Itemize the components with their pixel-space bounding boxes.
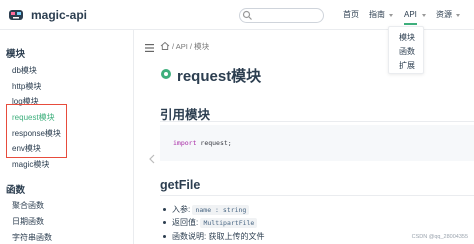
menu-icon[interactable] bbox=[145, 44, 154, 52]
section-divider bbox=[160, 121, 474, 122]
chevron-down-icon bbox=[389, 14, 393, 17]
code-line: import request; bbox=[173, 139, 232, 147]
api-dropdown-menu: 模块 函数 扩展 bbox=[388, 26, 424, 74]
bullet-icon bbox=[163, 221, 166, 225]
sidebar-heading-functions[interactable]: 函数 bbox=[6, 182, 25, 196]
dropdown-item-extensions[interactable]: 扩展 bbox=[399, 60, 415, 71]
bullet-icon bbox=[163, 235, 166, 239]
sidebar-item-date[interactable]: 日期函数 bbox=[12, 216, 44, 227]
sidebar-heading-modules[interactable]: 模块 bbox=[6, 46, 25, 60]
dropdown-item-functions[interactable]: 函数 bbox=[399, 46, 415, 57]
highlight-box bbox=[6, 104, 67, 158]
page-title: request模块 bbox=[177, 68, 262, 85]
list-item: 入参: name : string bbox=[163, 204, 250, 215]
inline-code: MultipartFile bbox=[200, 217, 258, 228]
inline-code: name : string bbox=[192, 204, 250, 215]
chevron-left-icon[interactable] bbox=[149, 154, 155, 164]
sidebar-item-db[interactable]: db模块 bbox=[12, 65, 37, 76]
search-icon bbox=[242, 10, 252, 20]
bullet-text: 获取上传的文件 bbox=[208, 232, 265, 241]
list-item: 函数说明: 获取上传的文件 bbox=[163, 231, 264, 242]
bullet-label: 入参: bbox=[172, 205, 191, 214]
bullet-label: 返回值: bbox=[172, 218, 199, 227]
home-icon[interactable] bbox=[160, 41, 170, 51]
breadcrumb[interactable]: / API / 模块 bbox=[172, 41, 209, 52]
chevron-down-icon bbox=[422, 14, 426, 17]
site-title[interactable]: magic-api bbox=[31, 8, 87, 22]
section-divider bbox=[160, 195, 474, 196]
sidebar: 模块 db模块 http模块 log模块 request模块 response模… bbox=[0, 30, 134, 244]
watermark: CSDN @qq_28004355 bbox=[411, 234, 468, 240]
chevron-down-icon bbox=[456, 14, 460, 17]
sidebar-item-aggregate[interactable]: 聚合函数 bbox=[12, 200, 44, 211]
nav-guide[interactable]: 指南 bbox=[369, 9, 385, 21]
module-icon bbox=[161, 69, 171, 79]
nav-resources[interactable]: 资源 bbox=[436, 9, 452, 21]
sidebar-item-magic[interactable]: magic模块 bbox=[12, 159, 49, 170]
list-item: 返回值: MultipartFile bbox=[163, 217, 258, 228]
code-rest: request; bbox=[200, 139, 232, 147]
dropdown-item-modules[interactable]: 模块 bbox=[399, 32, 415, 43]
sidebar-item-http[interactable]: http模块 bbox=[12, 81, 41, 92]
nav-api[interactable]: API bbox=[404, 9, 417, 25]
nav-home[interactable]: 首页 bbox=[343, 9, 359, 21]
code-keyword: import bbox=[173, 139, 197, 147]
bullet-label: 函数说明: bbox=[172, 232, 207, 241]
logo-icon[interactable] bbox=[8, 8, 24, 22]
section-heading-getfile: getFile bbox=[160, 178, 201, 192]
sidebar-item-string[interactable]: 字符串函数 bbox=[12, 232, 52, 243]
bullet-icon bbox=[163, 208, 166, 212]
